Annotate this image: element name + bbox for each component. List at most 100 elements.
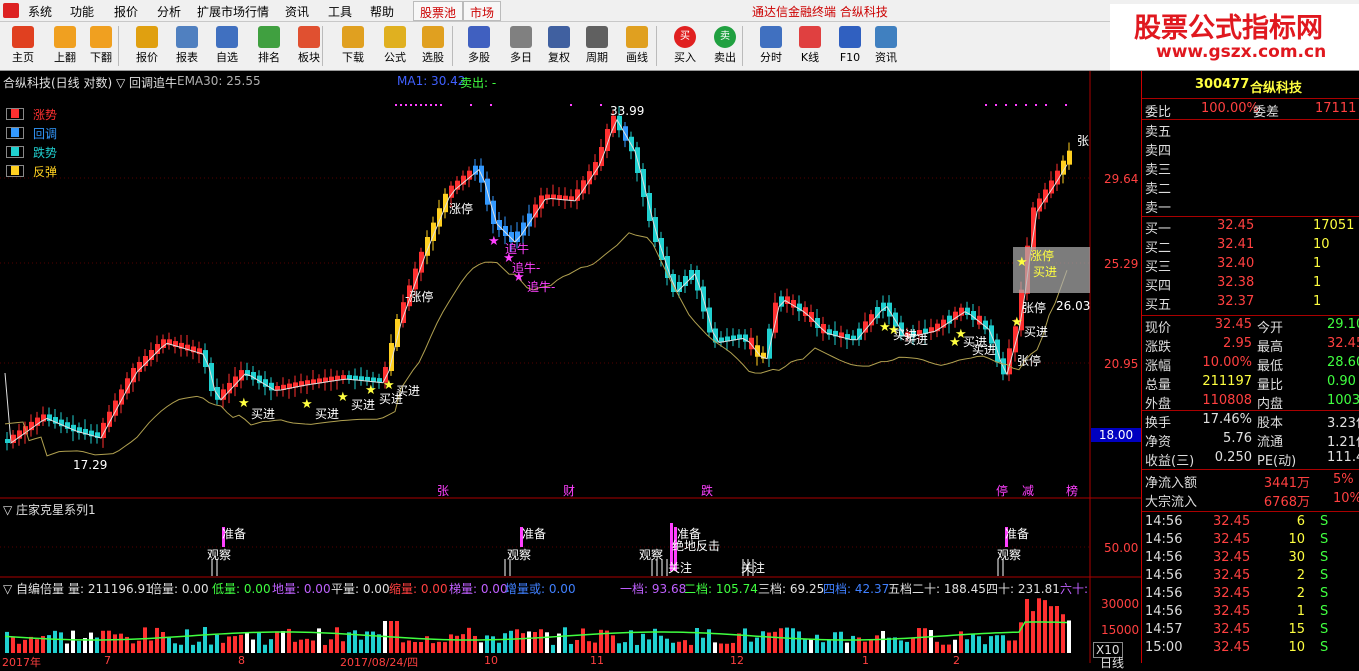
toolbar-button-4[interactable]: 报表: [166, 25, 208, 69]
toolbar-button-9[interactable]: 公式: [374, 25, 416, 69]
volume-bar: [215, 634, 219, 653]
toolbar-button-2[interactable]: 下翻: [80, 25, 122, 69]
toolbar-button-15[interactable]: 画线: [616, 25, 658, 69]
toolbar-button-3[interactable]: 报价: [126, 25, 168, 69]
sell-level-row[interactable]: 卖五: [1145, 121, 1359, 140]
sell-level-row[interactable]: 卖一: [1145, 197, 1359, 216]
toolbar-button-13[interactable]: 复权: [538, 25, 580, 69]
tick-price: 32.45: [1213, 640, 1251, 655]
volume-bar: [533, 632, 537, 653]
toolbar-button-16[interactable]: 买买入: [664, 25, 706, 69]
signal-dot: [1065, 104, 1067, 106]
toolbar-button-7[interactable]: 板块: [288, 25, 330, 69]
volume-bar: [491, 636, 495, 653]
volume-bar: [527, 631, 531, 653]
signal-dot: [435, 104, 437, 106]
toolbar-button-10[interactable]: 选股: [412, 25, 454, 69]
clock-icon: [510, 26, 532, 48]
buy-level-row[interactable]: 买一 32.45 17051: [1145, 218, 1359, 237]
buy-level-row[interactable]: 买四 32.38 1: [1145, 275, 1359, 294]
toolbar-button-5[interactable]: 自选: [206, 25, 248, 69]
volume-bar: [1037, 598, 1041, 653]
tick-side: S: [1320, 568, 1329, 583]
toolbar-button-14[interactable]: 周期: [576, 25, 618, 69]
buy-level-row[interactable]: 买二 32.41 10: [1145, 237, 1359, 256]
toolbar-button-0[interactable]: 主页: [2, 25, 44, 69]
tick-side: S: [1320, 604, 1329, 619]
signal-label: -涨停: [405, 290, 434, 304]
volume-bar: [731, 642, 735, 653]
toolbar-button-18[interactable]: 分时: [750, 25, 792, 69]
tick-side: S: [1320, 514, 1329, 529]
buy-level-row[interactable]: 买五 32.37 1: [1145, 294, 1359, 313]
menu-function[interactable]: 功能: [70, 3, 94, 20]
signal-dot: [600, 104, 602, 106]
toolbar-button-8[interactable]: 下载: [332, 25, 374, 69]
toolbar-button-19[interactable]: K线: [789, 25, 831, 69]
sell-level-row[interactable]: 卖二: [1145, 178, 1359, 197]
menu-help[interactable]: 帮助: [370, 3, 394, 20]
buy-level-label: 买四: [1145, 279, 1172, 294]
volume-bar: [989, 636, 993, 653]
volume-bar: [563, 627, 567, 653]
toolbar-button-12[interactable]: 多日: [500, 25, 542, 69]
volume-bar: [911, 637, 915, 653]
volume-bar: [935, 641, 939, 653]
volume-bar: [161, 631, 165, 653]
volume-bar: [401, 642, 405, 653]
signal-star-icon: ★: [238, 396, 250, 411]
tick-row: 14:56 32.45 1 S: [1145, 604, 1359, 622]
volume-bar: [59, 632, 63, 653]
toolbar-button-6[interactable]: 排名: [248, 25, 290, 69]
tab-stock-pool[interactable]: 股票池: [413, 1, 464, 21]
volume-bar: [503, 633, 507, 653]
toolbar-button-label: 多日: [510, 51, 532, 64]
buy-level-price: 32.40: [1217, 256, 1255, 271]
buy-level-volume: 10: [1313, 237, 1330, 252]
tick-side: S: [1320, 532, 1329, 547]
menu-tools[interactable]: 工具: [328, 3, 352, 20]
stat-value: 0.250: [1214, 450, 1252, 465]
sub2-level: 五档二十: 188.45: [888, 582, 986, 596]
volume-bar: [509, 630, 513, 653]
candle-body: [137, 362, 142, 372]
sell-level-row[interactable]: 卖三: [1145, 159, 1359, 178]
tab-market[interactable]: 市场: [463, 1, 502, 21]
toolbar-button-11[interactable]: 多股: [458, 25, 500, 69]
volume-bar: [167, 637, 171, 653]
volume-bar: [977, 636, 981, 653]
tick-side: S: [1320, 622, 1329, 637]
menu-quote[interactable]: 报价: [114, 3, 138, 20]
buy-level-row[interactable]: 买三 32.40 1: [1145, 256, 1359, 275]
menu-system[interactable]: 系统: [28, 3, 52, 20]
volume-bar: [647, 639, 651, 653]
menu-analysis[interactable]: 分析: [157, 3, 181, 20]
chart-canvas[interactable]: ★ ★ ★ ★ ★★★★★★★★★★: [0, 71, 1141, 663]
volume-bar: [1001, 635, 1005, 653]
kline-chart-area[interactable]: ★ ★ ★ ★ ★ ★ ★ ★ ★ ★ ★ ★ ★ ★ 合纵科技(日线 对数) ▽ 回调追牛 EMA30:…: [0, 71, 1141, 670]
menu-extended-market[interactable]: 扩展市场行情: [197, 3, 269, 20]
volume-axis-label: 30000: [1101, 597, 1140, 611]
legend-swatch-fill: [11, 147, 19, 156]
tick-price: 32.45: [1213, 586, 1251, 601]
report-icon: [176, 26, 198, 48]
legend-label: 涨势: [33, 108, 58, 122]
volume-bar: [65, 643, 69, 653]
tick-time: 14:56: [1145, 532, 1183, 547]
event-mark: 财: [563, 484, 576, 498]
signal-dot: [420, 104, 422, 106]
stat-value: 0.90: [1327, 374, 1356, 389]
tick-volume: 6: [1296, 514, 1305, 529]
flow-percent: 5%: [1333, 472, 1354, 487]
toolbar-button-21[interactable]: 资讯: [865, 25, 907, 69]
sub2-value: 平量: 0.00: [331, 582, 390, 596]
toolbar-button-label: 卖出: [714, 51, 736, 64]
menu-news[interactable]: 资讯: [285, 3, 309, 20]
volume-bar: [347, 632, 351, 653]
signal-dot: [570, 104, 572, 106]
tick-row: 14:56 32.45 10 S: [1145, 532, 1359, 550]
sell-level-row[interactable]: 卖四: [1145, 140, 1359, 159]
sub2-level: 二档: 105.74: [684, 582, 758, 596]
sub2-value: 倍量: 0.00: [150, 582, 209, 596]
toolbar-button-17[interactable]: 卖卖出: [704, 25, 746, 69]
